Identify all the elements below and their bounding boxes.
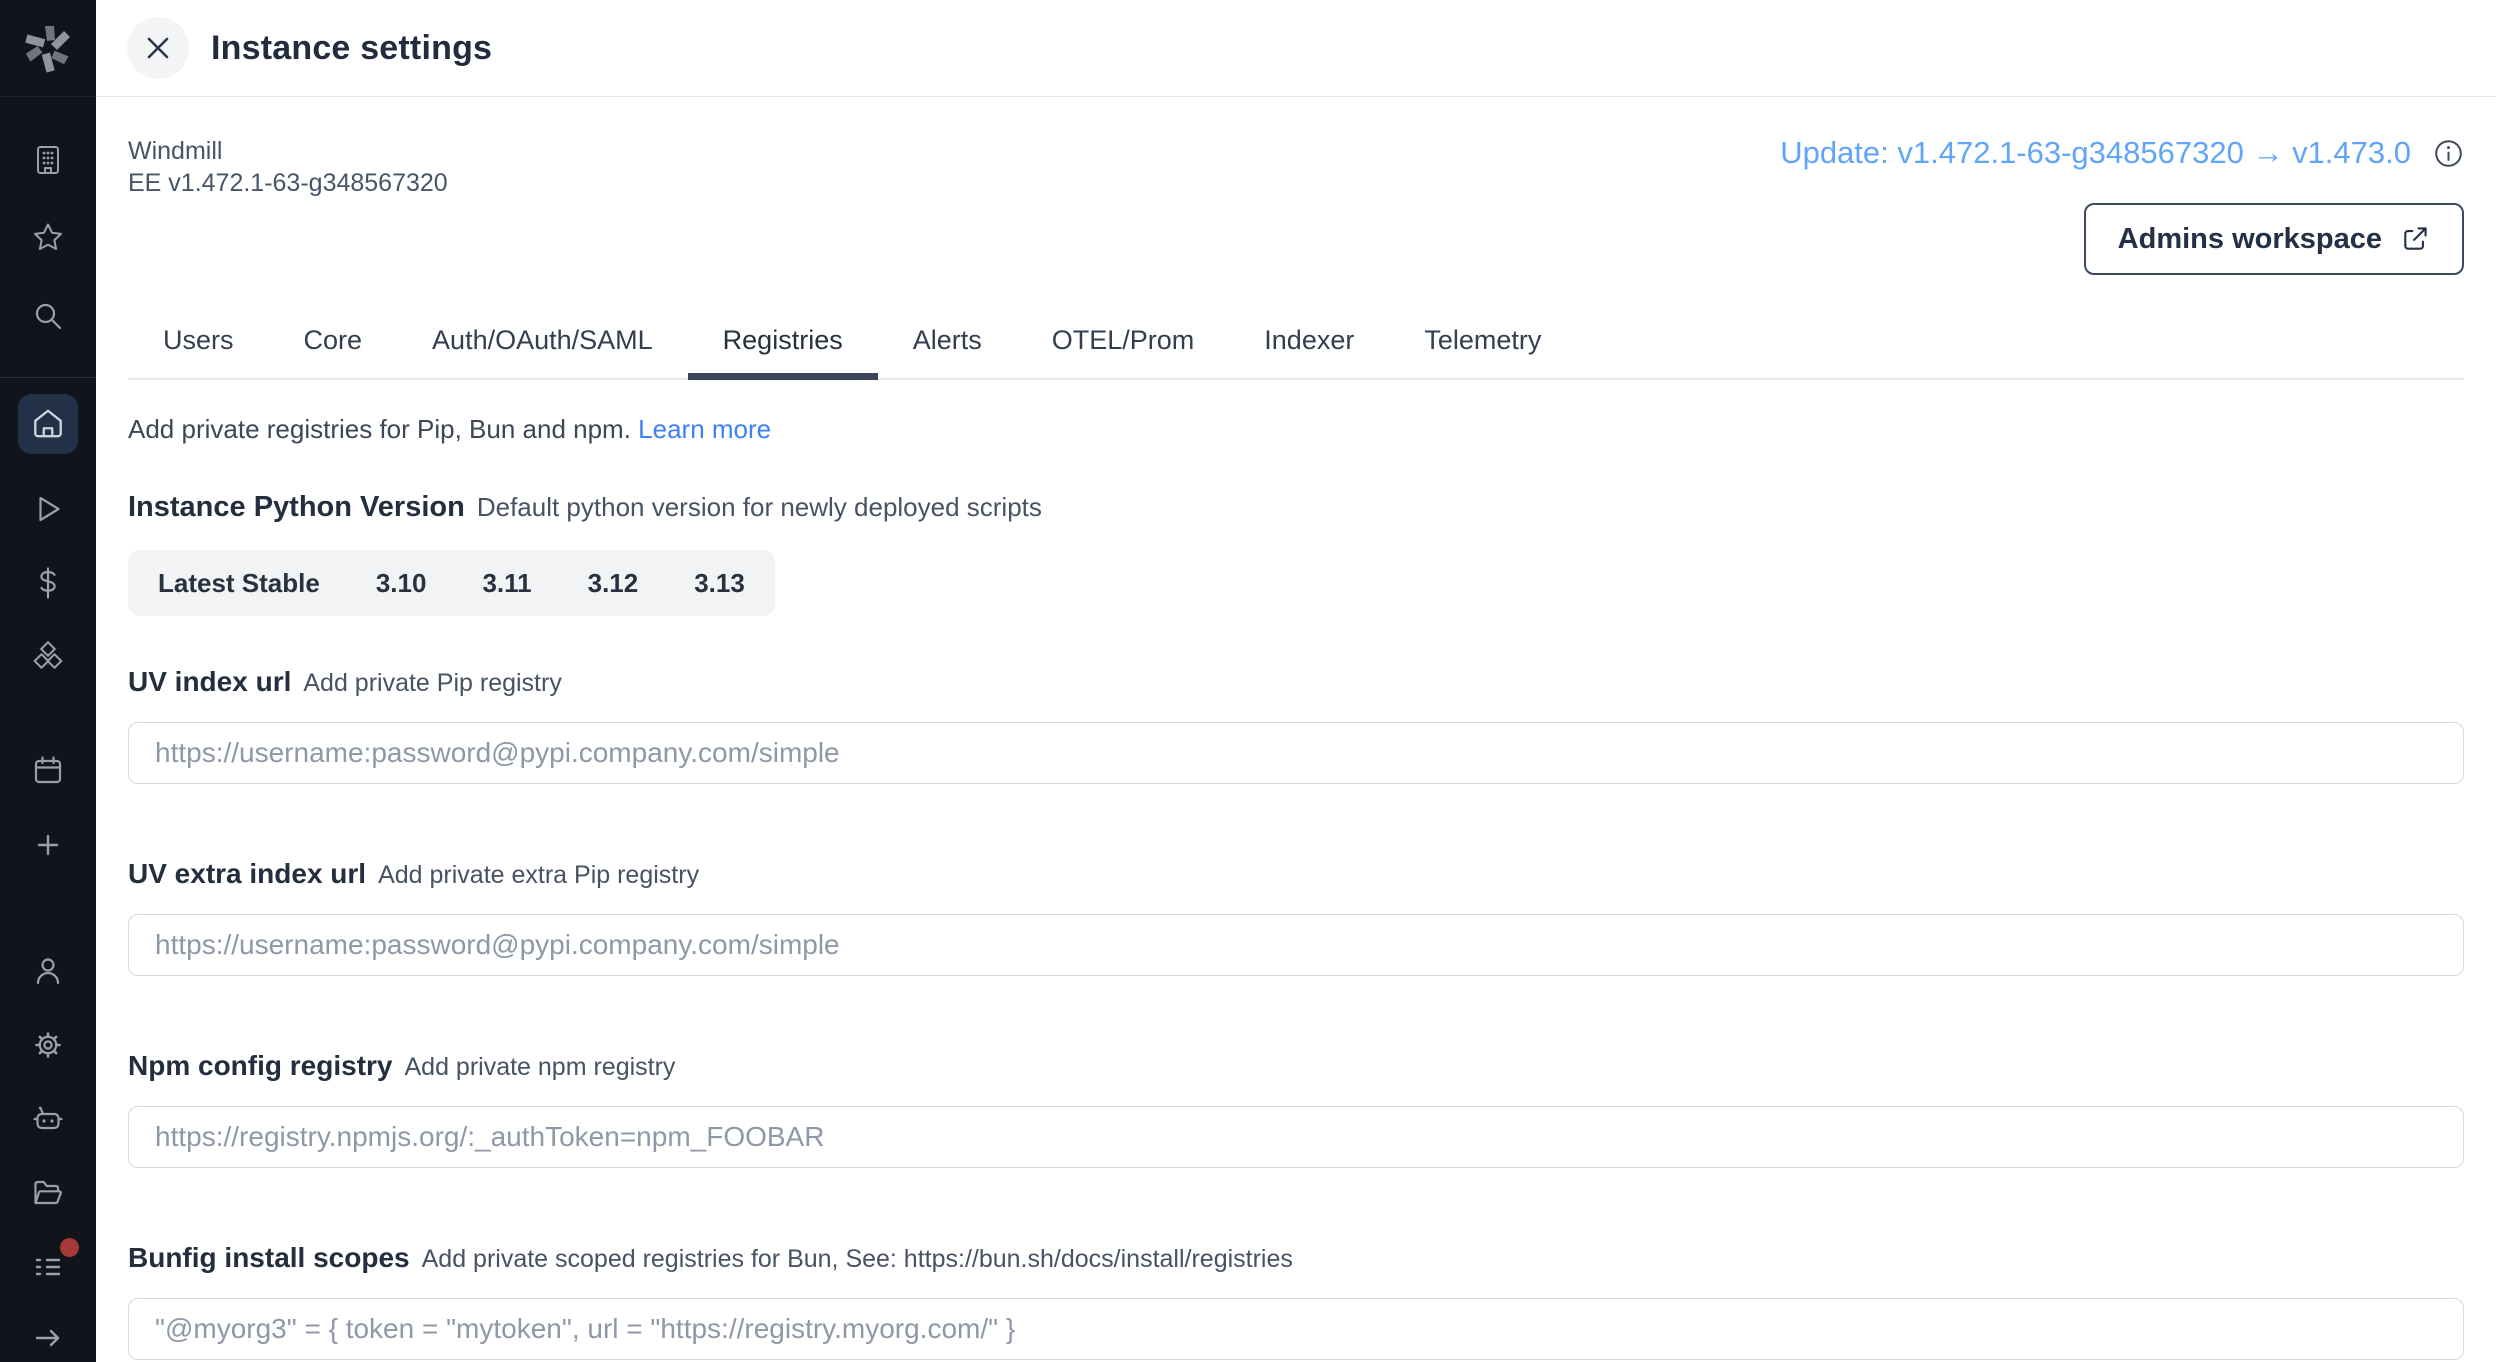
settings-tabs: Users Core Auth/OAuth/SAML Registries Al… (128, 311, 2464, 380)
close-button[interactable] (127, 17, 189, 79)
settings-gear-icon[interactable] (29, 1026, 67, 1064)
info-icon[interactable] (2433, 138, 2464, 169)
tab-alerts[interactable]: Alerts (878, 311, 1017, 378)
dollar-sign-icon[interactable] (29, 564, 67, 602)
intro-text: Add private registries for Pip, Bun and … (128, 414, 631, 444)
uv-index-url-input[interactable] (128, 722, 2464, 784)
tab-core[interactable]: Core (269, 311, 398, 378)
calendar-icon[interactable] (29, 752, 67, 790)
external-link-icon (2400, 224, 2430, 254)
user-icon[interactable] (29, 952, 67, 990)
npm-config-registry-hint: Add private npm registry (404, 1053, 675, 1082)
uv-extra-index-url-input[interactable] (128, 914, 2464, 976)
arrow-right-icon[interactable] (29, 1322, 67, 1360)
star-icon[interactable] (29, 219, 67, 257)
python-option-3-10[interactable]: 3.10 (376, 568, 427, 599)
update-link[interactable]: Update: v1.472.1-63-g348567320 → v1.473.… (1780, 135, 2411, 171)
bunfig-install-scopes-hint: Add private scoped registries for Bun, S… (422, 1245, 1293, 1274)
uv-index-url-label: UV index url (128, 666, 291, 698)
npm-config-registry-label: Npm config registry (128, 1050, 392, 1082)
bunfig-install-scopes-label: Bunfig install scopes (128, 1242, 410, 1274)
tab-auth-oauth-saml[interactable]: Auth/OAuth/SAML (397, 311, 688, 378)
home-icon (30, 406, 66, 442)
modal-header: Instance settings (96, 0, 2496, 97)
python-option-3-11[interactable]: 3.11 (482, 568, 531, 599)
product-name: Windmill (128, 135, 448, 167)
notification-badge (60, 1238, 79, 1257)
python-version-title: Instance Python Version (128, 491, 465, 524)
sidebar-item-home[interactable] (18, 394, 78, 454)
uv-extra-index-url-label: UV extra index url (128, 858, 366, 890)
python-version-segmented-control: Latest Stable 3.10 3.11 3.12 3.13 (128, 550, 775, 616)
admins-workspace-button[interactable]: Admins workspace (2084, 203, 2464, 275)
admins-workspace-label: Admins workspace (2118, 223, 2382, 256)
runs-play-icon[interactable] (29, 490, 67, 528)
search-icon[interactable] (29, 297, 67, 335)
uv-extra-index-url-hint: Add private extra Pip registry (378, 861, 699, 890)
folder-open-icon[interactable] (29, 1174, 67, 1212)
buildings-icon[interactable] (29, 141, 67, 179)
uv-index-url-hint: Add private Pip registry (303, 669, 561, 698)
npm-config-registry-input[interactable] (128, 1106, 2464, 1168)
tab-users[interactable]: Users (128, 311, 269, 378)
close-x-icon (145, 35, 171, 61)
robot-icon[interactable] (29, 1100, 67, 1138)
python-version-subtitle: Default python version for newly deploye… (477, 492, 1042, 523)
python-option-3-13[interactable]: 3.13 (694, 568, 745, 599)
python-option-latest-stable[interactable]: Latest Stable (158, 568, 320, 599)
instance-version: Windmill EE v1.472.1-63-g348567320 (128, 135, 448, 199)
tab-telemetry[interactable]: Telemetry (1389, 311, 1576, 378)
python-option-3-12[interactable]: 3.12 (588, 568, 639, 599)
learn-more-link[interactable]: Learn more (638, 414, 771, 444)
tab-registries[interactable]: Registries (688, 311, 878, 378)
sidebar (0, 0, 96, 1362)
plus-icon[interactable] (29, 826, 67, 864)
windmill-logo[interactable] (0, 0, 96, 97)
queue-list-icon[interactable] (29, 1248, 67, 1286)
tab-indexer[interactable]: Indexer (1229, 311, 1389, 378)
windmill-logo-icon (17, 17, 79, 79)
app-window: Instance settings Windmill EE v1.472.1-6… (0, 0, 2496, 1362)
version-line: EE v1.472.1-63-g348567320 (128, 167, 448, 199)
page-title: Instance settings (211, 29, 492, 68)
bunfig-install-scopes-input[interactable] (128, 1298, 2464, 1360)
cubes-icon[interactable] (29, 638, 67, 676)
tab-otel-prom[interactable]: OTEL/Prom (1017, 311, 1230, 378)
